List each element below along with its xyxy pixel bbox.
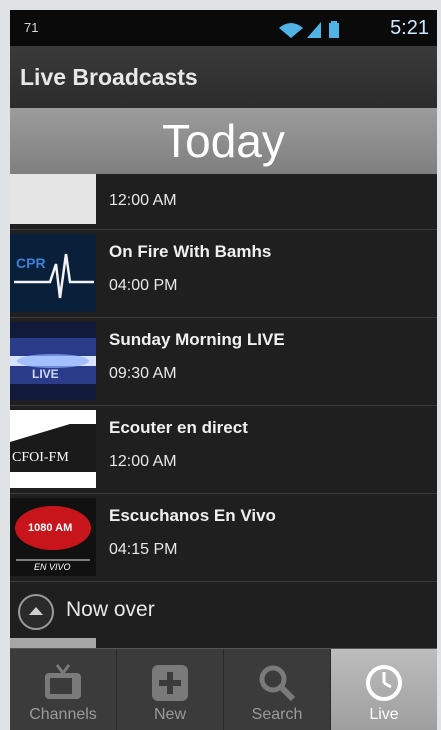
- clock-icon: [366, 665, 402, 701]
- page-title: Live Broadcasts: [20, 64, 198, 90]
- tab-search[interactable]: Search: [224, 649, 331, 730]
- broadcast-name: Sunday Morning LIVE: [109, 330, 285, 349]
- action-bar: Live Broadcasts: [10, 46, 437, 108]
- broadcast-time: 12:00 AM: [109, 453, 177, 470]
- broadcast-row[interactable]: CFOI-FM Ecouter en direct 12:00 AM: [10, 406, 437, 494]
- now-over-label: Now over: [66, 598, 155, 621]
- thumbnail-text: CFOI-FM: [12, 450, 69, 465]
- broadcast-row[interactable]: 12:00 AM: [10, 174, 437, 230]
- tab-new[interactable]: New: [117, 649, 224, 730]
- tab-channels[interactable]: Channels: [10, 649, 117, 730]
- broadcast-row[interactable]: 1080 AM EN VIVO Escuchanos En Vivo 04:15…: [10, 494, 437, 582]
- broadcast-thumbnail: LIVE: [10, 322, 96, 400]
- broadcast-time: 12:00 AM: [109, 192, 177, 209]
- broadcast-name: Escuchanos En Vivo: [109, 506, 276, 525]
- day-header: Today: [10, 108, 437, 174]
- broadcast-list: 12:00 AM CPR On Fire With Bamhs 04:00 PM: [10, 174, 437, 582]
- broadcast-thumbnail: CPR: [10, 234, 96, 312]
- list-item-peek: [10, 638, 96, 648]
- status-bar: 71 5:21: [10, 10, 437, 46]
- broadcast-thumbnail: 1080 AM EN VIVO: [10, 498, 96, 576]
- tab-label: Channels: [29, 706, 97, 723]
- broadcast-row[interactable]: CPR On Fire With Bamhs 04:00 PM: [10, 230, 437, 318]
- tab-live[interactable]: Live: [331, 649, 437, 730]
- plus-icon: [152, 665, 188, 701]
- signal-battery-icon: [279, 21, 339, 38]
- tab-label: Search: [251, 706, 303, 723]
- tab-label: Live: [369, 706, 399, 723]
- notification-count: 71: [24, 20, 39, 35]
- day-header-label: Today: [162, 115, 285, 167]
- broadcast-thumbnail: [10, 174, 96, 224]
- svg-text:CPR: CPR: [16, 255, 46, 271]
- broadcast-name: On Fire With Bamhs: [109, 242, 272, 261]
- broadcast-time: 04:15 PM: [109, 541, 178, 558]
- phone-screen: 71 5:21 Live Broadcasts Today 12:00 AM C…: [10, 10, 437, 730]
- broadcast-name: Ecouter en direct: [109, 418, 248, 437]
- clock-time: 5:21: [390, 17, 429, 39]
- thumbnail-text: EN VIVO: [34, 562, 71, 572]
- now-over-toggle[interactable]: Now over: [10, 586, 437, 636]
- tv-icon: [45, 664, 81, 699]
- bottom-tab-bar: Channels New Search Live: [10, 648, 437, 730]
- broadcast-thumbnail: CFOI-FM: [10, 410, 96, 488]
- broadcast-time: 09:30 AM: [109, 365, 177, 382]
- broadcast-row[interactable]: LIVE Sunday Morning LIVE 09:30 AM: [10, 318, 437, 406]
- search-icon: [259, 665, 296, 702]
- chevron-up-icon: [18, 594, 54, 630]
- tab-label: New: [153, 706, 186, 723]
- broadcast-time: 04:00 PM: [109, 277, 178, 294]
- svg-text:LIVE: LIVE: [32, 367, 59, 381]
- thumbnail-text: 1080 AM: [28, 522, 73, 534]
